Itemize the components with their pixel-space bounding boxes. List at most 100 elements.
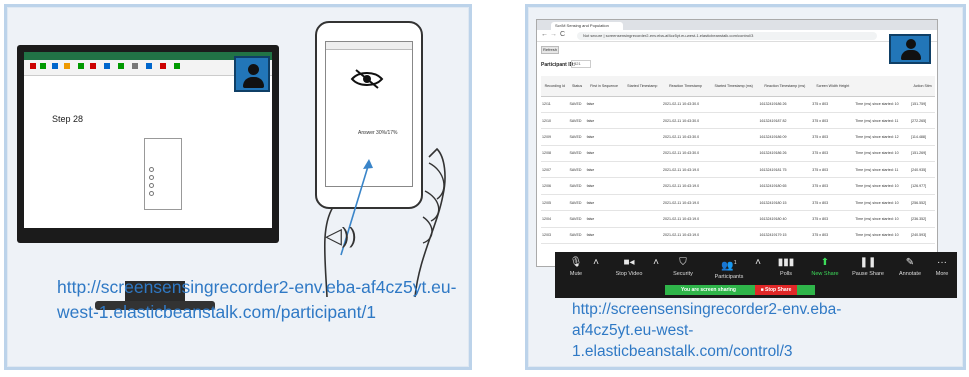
table-cell: 12/04 bbox=[541, 210, 569, 228]
table-cell: 16132419186 26 bbox=[758, 96, 812, 113]
video-options-chevron[interactable]: ˄ bbox=[651, 256, 661, 270]
table-cell: SAVED bbox=[568, 145, 586, 163]
table-cell bbox=[708, 128, 759, 146]
pause-icon: ❚❚ bbox=[859, 257, 877, 268]
table-cell: false bbox=[585, 96, 623, 113]
back-icon[interactable]: ← bbox=[541, 31, 548, 38]
table-cell: 375 x 803 bbox=[811, 112, 855, 130]
table-row: 12/07 SAVED false 2021-02-11 10:43:19.0 1613… bbox=[541, 161, 935, 179]
forward-icon[interactable]: → bbox=[550, 31, 557, 38]
annotate-button[interactable]: ✎ Annotate bbox=[891, 256, 929, 278]
eye-slash-icon bbox=[350, 69, 384, 89]
participant-id-input[interactable]: 321 bbox=[571, 60, 591, 68]
table-cell: 2021-02-11 10:43:19.0 bbox=[662, 161, 709, 179]
control-panel: Scr/M Sensing and Population ← → C Not s… bbox=[525, 4, 966, 370]
table-cell: Time (ms) since started: 10 bbox=[854, 145, 911, 163]
table-cell: 16132419180 15 bbox=[758, 194, 812, 212]
table-cell: 2021-02-11 10:43:30.0 bbox=[662, 96, 709, 113]
participants-icon: 👥1 bbox=[721, 260, 737, 272]
table-cell: Time (ms) since started: 10 bbox=[854, 210, 911, 228]
table-row: 12/05 SAVED false 2021-02-11 10:43:19.0 1613… bbox=[541, 194, 935, 212]
table-cell: false bbox=[585, 112, 623, 130]
table-cell: 375 x 803 bbox=[811, 161, 855, 179]
table-row: 12/08 SAVED false 2021-02-11 10:43:30.0 1613… bbox=[541, 145, 935, 163]
table-cell: Time (ms) since started: 10 bbox=[854, 96, 911, 113]
stop-video-button[interactable]: ■◂ Stop Video bbox=[607, 256, 651, 278]
table-row: 12/03 SAVED false 2021-02-11 10:43:19.0 1613… bbox=[541, 227, 935, 245]
table-cell: SAVED bbox=[568, 227, 586, 245]
table-cell: 12/10 bbox=[541, 112, 569, 130]
participant-url[interactable]: http://screensensingrecorder2-env.eba-af… bbox=[57, 275, 467, 325]
share-screen-icon: ⬆ bbox=[820, 257, 830, 268]
table-cell: SAVED bbox=[568, 128, 586, 146]
table-cell: Time (ms) since started: 12 bbox=[854, 128, 911, 146]
participants-options-chevron[interactable]: ˄ bbox=[753, 256, 763, 270]
participants-count: 1 bbox=[733, 260, 737, 266]
new-share-button[interactable]: ⬆ New Share bbox=[805, 256, 845, 278]
table-cell: 2021-02-11 10:43:19.0 bbox=[662, 210, 709, 228]
survey-preview bbox=[144, 138, 182, 210]
participant-avatar-icon bbox=[234, 56, 270, 92]
mute-button[interactable]: 🎙 Mute bbox=[561, 256, 591, 278]
stop-share-button[interactable]: ■ Stop Share bbox=[755, 285, 797, 295]
phone-browser-bar bbox=[326, 42, 412, 50]
table-cell: 12/03 bbox=[541, 227, 569, 245]
table-cell bbox=[708, 227, 759, 245]
table-cell: SAVED bbox=[568, 177, 586, 195]
table-cell: 12/07 bbox=[541, 161, 569, 179]
table-cell: 2021-02-11 10:43:19.0 bbox=[662, 227, 709, 245]
refresh-button[interactable]: Refresh bbox=[541, 46, 559, 54]
table-cell: false bbox=[585, 161, 623, 179]
chevron-up-icon: ˄ bbox=[755, 257, 761, 268]
browser-window: Scr/M Sensing and Population ← → C Not s… bbox=[536, 19, 938, 267]
table-cell bbox=[622, 112, 663, 130]
browser-tab-strip: Scr/M Sensing and Population bbox=[537, 20, 937, 30]
polls-button[interactable]: ▮▮▮ Polls bbox=[771, 256, 801, 278]
security-button[interactable]: ⛉ Security bbox=[665, 256, 701, 278]
table-cell: 12/09 bbox=[541, 128, 569, 146]
table-cell: [126.977] bbox=[910, 177, 935, 195]
table-cell: 16132419180 40 bbox=[758, 210, 812, 228]
desktop-monitor: Step 28 bbox=[17, 45, 279, 310]
bar-chart-icon: ▮▮▮ bbox=[777, 257, 795, 268]
table-cell: SAVED bbox=[568, 194, 586, 212]
table-cell: 375 x 803 bbox=[811, 194, 855, 212]
table-cell: [151.759] bbox=[910, 96, 935, 113]
pause-share-button[interactable]: ❚❚ Pause Share bbox=[847, 256, 889, 278]
mute-options-chevron[interactable]: ˄ bbox=[591, 256, 601, 270]
table-cell: 16132419186 26 bbox=[758, 145, 812, 163]
table-header-cell: Recording Id bbox=[541, 76, 569, 97]
control-url[interactable]: http://screensensingrecorder2-env.eba-af… bbox=[572, 299, 912, 362]
participants-button[interactable]: 👥1 Participants bbox=[705, 256, 753, 281]
step-label: Step 28 bbox=[52, 114, 84, 124]
table-cell: 16132419186 09 bbox=[758, 128, 812, 146]
table-cell: 375 x 803 bbox=[811, 210, 855, 228]
table-cell bbox=[708, 145, 759, 163]
table-cell: false bbox=[585, 177, 623, 195]
table-cell: [151.269] bbox=[910, 145, 935, 163]
table-cell bbox=[708, 161, 759, 179]
monitor-screen: Step 28 bbox=[24, 52, 272, 228]
video-camera-icon: ■◂ bbox=[623, 257, 635, 268]
table-cell: 2021-02-11 10:43:19.0 bbox=[662, 194, 709, 212]
table-cell: SAVED bbox=[568, 112, 586, 130]
stop-share-label: Stop Share bbox=[765, 287, 792, 293]
table-cell: 375 x 803 bbox=[811, 177, 855, 195]
table-cell: [240.935] bbox=[910, 161, 935, 179]
table-header-cell: Screen Width Height bbox=[811, 76, 855, 97]
reload-icon[interactable]: C bbox=[560, 31, 565, 38]
address-bar[interactable]: Not secure | screensensingrecorder2-env.… bbox=[577, 32, 877, 40]
table-cell bbox=[708, 96, 759, 113]
table-body: 12/11 SAVED false 2021-02-11 10:43:30.0 1613… bbox=[541, 96, 935, 245]
browser-tab[interactable]: Scr/M Sensing and Population bbox=[551, 22, 623, 30]
table-row: 12/11 SAVED false 2021-02-11 10:43:30.0 1613… bbox=[541, 96, 935, 113]
table-cell: 375 x 803 bbox=[811, 96, 855, 113]
table-cell: Time (ms) since started: 11 bbox=[854, 161, 911, 179]
host-avatar-icon bbox=[889, 34, 931, 64]
table-cell bbox=[708, 210, 759, 228]
shield-icon: ⛉ bbox=[679, 257, 687, 268]
chevron-up-icon: ˄ bbox=[653, 257, 659, 268]
table-cell bbox=[622, 128, 663, 146]
zoom-toolbar: 🎙 Mute ˄ ■◂ Stop Video ˄ ⛉ Security 👥1 P… bbox=[555, 252, 957, 298]
more-button[interactable]: ··· More bbox=[929, 256, 955, 278]
